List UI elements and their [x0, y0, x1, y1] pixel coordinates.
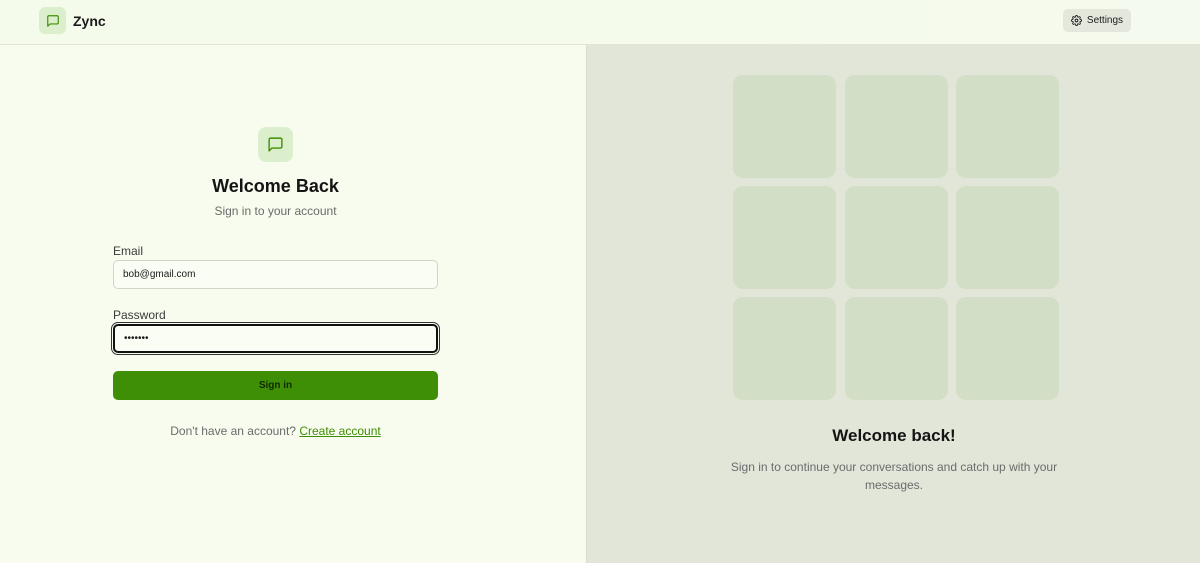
grid-tile [733, 297, 836, 400]
promo-panel: Welcome back! Sign in to continue your c… [586, 45, 1200, 563]
top-bar: Zync Settings [0, 0, 1200, 45]
app-name: Zync [73, 13, 106, 29]
signup-prompt: Don't have an account? [170, 424, 296, 438]
settings-label: Settings [1086, 15, 1124, 26]
sign-in-button[interactable]: Sign in [113, 371, 438, 400]
form-title: Welcome Back [212, 176, 339, 196]
grid-tile [956, 186, 1059, 289]
login-panel: Welcome Back Sign in to your account Ema… [0, 45, 586, 563]
logo-icon-box [39, 7, 66, 34]
grid-tile [845, 75, 948, 178]
promo-title: Welcome back! [832, 426, 956, 445]
email-label: Email [113, 244, 144, 258]
password-label: Password [113, 308, 166, 322]
grid-tile [845, 297, 948, 400]
grid-tile [733, 75, 836, 178]
gear-icon [1070, 15, 1082, 26]
form-subtitle: Sign in to your account [214, 204, 337, 218]
grid-tile [956, 297, 1059, 400]
password-field[interactable] [113, 324, 438, 353]
message-square-icon [268, 137, 283, 152]
form-icon-box [258, 127, 293, 162]
grid-tile [956, 75, 1059, 178]
settings-button[interactable]: Settings [1063, 9, 1131, 32]
grid-tile [733, 186, 836, 289]
create-account-link[interactable]: Create account [299, 424, 380, 438]
grid-tile [845, 186, 948, 289]
email-field[interactable] [113, 260, 438, 289]
promo-description: Sign in to continue your conversations a… [730, 460, 1058, 492]
message-square-icon [46, 14, 59, 27]
signup-row: Don't have an account? Create account [0, 424, 551, 438]
